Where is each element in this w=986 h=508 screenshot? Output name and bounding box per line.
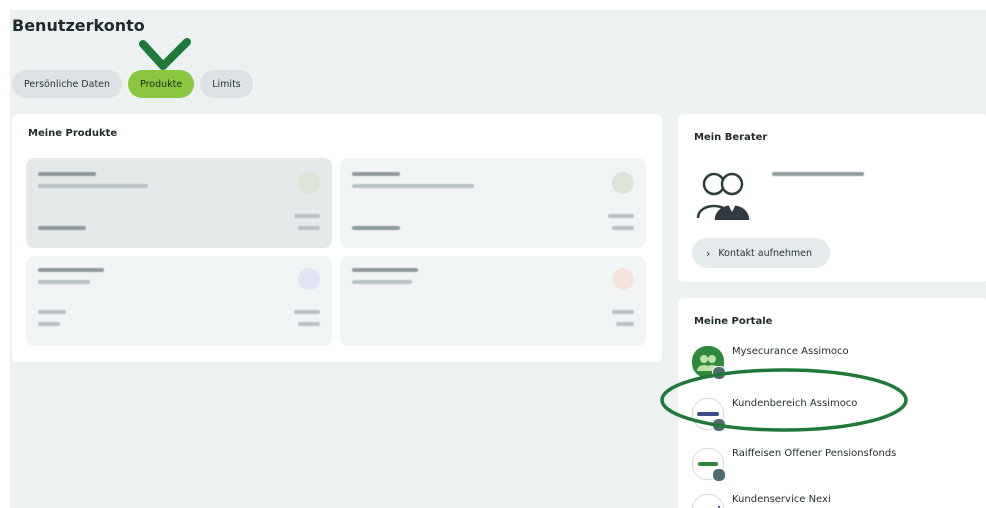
page-title: Benutzerkonto	[12, 16, 145, 35]
product-tile[interactable]	[26, 256, 332, 346]
portals-title: Meine Portale	[694, 316, 773, 327]
tab-personal-data[interactable]: Persönliche Daten	[12, 70, 123, 98]
product-tile[interactable]	[26, 158, 332, 248]
card-icon	[298, 268, 320, 290]
mastercard-icon	[612, 268, 634, 290]
transfer-icon	[298, 172, 320, 194]
chevron-right-icon: ›	[706, 246, 711, 260]
advisor-card: Mein Berater › Kontakt aufnehmen	[678, 114, 986, 282]
tab-limits[interactable]: Limits	[200, 70, 253, 98]
portal-label: Raiffeisen Offener Pensionsfonds	[732, 448, 897, 459]
portal-item-nexi[interactable]: nexi Kundenservice Nexi	[692, 494, 972, 508]
tab-products[interactable]: Produkte	[128, 70, 195, 98]
products-title: Meine Produkte	[28, 128, 118, 139]
nexi-logo-icon: nexi	[692, 494, 724, 508]
checkmark-annotation-icon	[139, 38, 191, 70]
nexi-logo-text: nexi	[695, 504, 721, 508]
transfer-icon	[612, 172, 634, 194]
product-tile[interactable]	[340, 158, 646, 248]
product-tile[interactable]	[340, 256, 646, 346]
tab-bar: Persönliche Daten Produkte Limits	[12, 70, 253, 98]
products-card: Meine Produkte	[12, 114, 662, 362]
portal-item-raiffeisen[interactable]: Raiffeisen Offener Pensionsfonds	[692, 448, 972, 484]
portal-label: Kundenservice Nexi	[732, 494, 831, 505]
external-link-badge-icon	[712, 468, 726, 482]
contact-advisor-button[interactable]: › Kontakt aufnehmen	[692, 238, 830, 268]
portal-label: Mysecurance Assimoco	[732, 346, 849, 357]
advisor-avatar-icon	[696, 172, 750, 221]
advisor-title: Mein Berater	[694, 132, 768, 143]
contact-button-label: Kontakt aufnehmen	[718, 247, 812, 259]
highlight-ellipse-annotation-icon	[660, 368, 908, 432]
